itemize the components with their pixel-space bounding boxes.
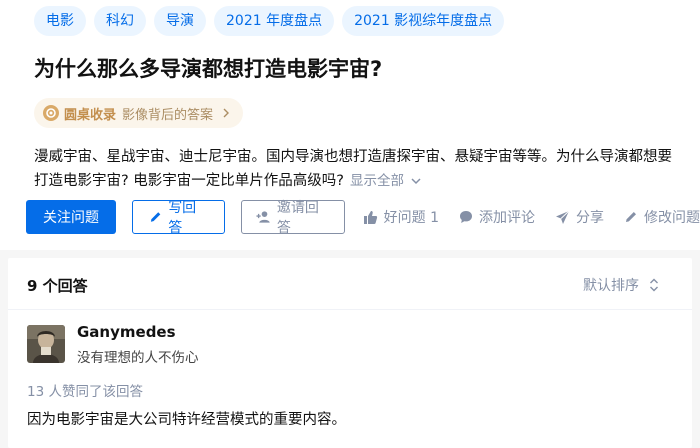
description-line: 漫威宇宙、星战宇宙、迪士尼宇宙。国内导演也想打造唐探宇宙、悬疑宇宙等等。为什么导… [34,149,672,165]
add-user-icon [256,211,270,223]
topic-tag-director[interactable]: 导演 [154,6,206,36]
question-title: 为什么那么多导演都想打造电影宇宙? [34,57,383,81]
topic-tag-scifi[interactable]: 科幻 [94,6,146,36]
pencil-icon [625,212,636,222]
roundtable-icon [42,104,60,122]
question-description: 漫威宇宙、星战宇宙、迪士尼宇宙。国内导演也想打造唐探宇宙、悬疑宇宙等等。为什么导… [34,145,694,193]
description-line: 打造电影宇宙? 电影宇宙一定比单片作品高级吗? 显示全部 [34,169,694,193]
author-name[interactable]: Ganymedes [77,323,176,341]
question-header: 电影 科幻 导演 2021 年度盘点 2021 影视综年度盘点 为什么那么多导演… [0,0,700,250]
add-comment-label: 添加评论 [478,210,535,226]
topic-tags: 电影 科幻 导演 2021 年度盘点 2021 影视综年度盘点 [34,6,505,36]
chevron-right-icon [221,108,231,118]
description-text: 打造电影宇宙? 电影宇宙一定比单片作品高级吗? [34,173,344,189]
share-icon [555,210,570,224]
write-answer-label: 写回答 [168,200,197,236]
chevron-down-icon [411,178,421,185]
sort-toggle-icon [650,278,658,292]
topic-tag-2021-review[interactable]: 2021 年度盘点 [214,6,335,36]
add-comment-button[interactable]: 添加评论 [459,207,535,227]
show-all-label: 显示全部 [350,173,404,189]
answer-list-header: 9 个回答 默认排序 [8,258,692,310]
collection-subtitle: 影像背后的答案 [122,107,214,123]
answer-count: 9 个回答 [27,277,88,295]
show-all-button[interactable]: 显示全部 [350,169,422,193]
write-answer-button[interactable]: 写回答 [132,200,225,236]
edit-question-button[interactable]: 修改问题 [624,207,700,227]
topic-tag-2021-film-tv-review[interactable]: 2021 影视综年度盘点 [342,6,505,36]
invite-answer-button[interactable]: 邀请回答 [240,200,345,236]
topic-tag-movie[interactable]: 电影 [34,6,86,36]
pencil-icon [150,212,161,222]
sort-label: 默认排序 [583,278,639,294]
avatar[interactable] [27,325,65,363]
answer-list-card: 9 个回答 默认排序 Ganymedes 没有理想的人不伤心 13 人赞同了该回… [8,258,692,448]
roundtable-collection-badge[interactable]: 圆桌收录 影像背后的答案 [34,98,244,128]
question-actions: 关注问题 写回答 邀请回答 好问题 1 添加评论 分享 修改问题 [26,200,700,236]
collection-name: 圆桌收录 [64,107,117,123]
vote-count: 13 人赞同了该回答 [27,384,143,400]
comment-icon [459,211,472,223]
invite-answer-label: 邀请回答 [276,200,319,236]
good-question-label: 好问题 1 [383,210,439,226]
follow-question-button[interactable]: 关注问题 [26,200,116,234]
answer-content[interactable]: 因为电影宇宙是大公司特许经营模式的重要内容。 [27,408,346,429]
sort-selector[interactable]: 默认排序 [583,275,659,295]
thumbs-up-icon [363,210,377,224]
author-headline: 没有理想的人不伤心 [77,350,199,366]
good-question-button[interactable]: 好问题 1 [363,207,439,227]
share-button[interactable]: 分享 [555,207,604,227]
share-label: 分享 [575,210,604,226]
edit-question-label: 修改问题 [643,210,700,226]
